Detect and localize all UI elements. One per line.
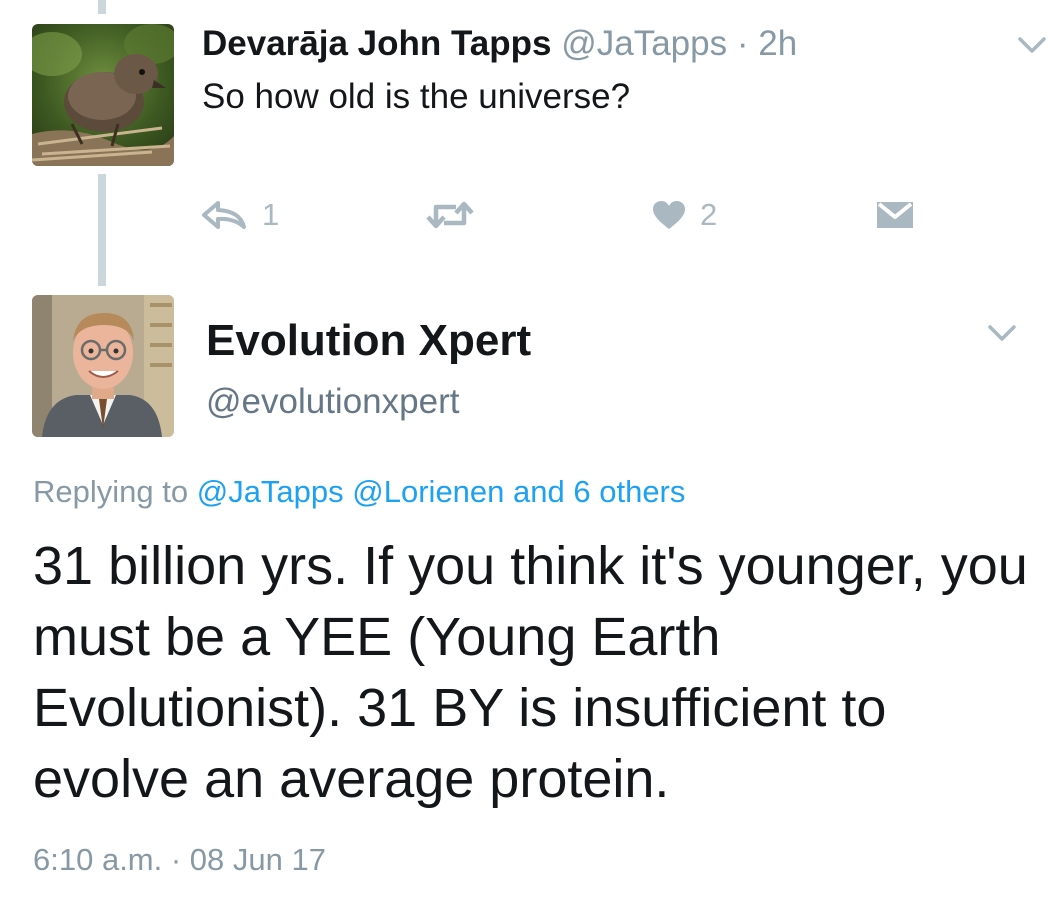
tweet-timestamp[interactable]: 6:10 a.m. · 08 Jun 17 [33, 840, 326, 880]
reply-mention-others[interactable]: and 6 others [513, 474, 685, 509]
retweet-button[interactable] [426, 195, 474, 235]
replying-prefix: Replying to [33, 474, 189, 509]
parent-tweet-header: Devarāja John Tapps @JaTapps · 2h [202, 24, 797, 64]
reply-mention-jatapps[interactable]: @JaTapps [197, 474, 344, 509]
chevron-down-icon[interactable] [1016, 34, 1048, 56]
parent-tweet-text: So how old is the universe? [202, 77, 631, 116]
like-button[interactable]: 2 [652, 195, 717, 235]
author-handle[interactable]: @JaTapps [561, 24, 727, 63]
avatar-devaraja[interactable] [32, 24, 174, 166]
author-name[interactable]: Evolution Xpert [206, 316, 531, 366]
reply-button[interactable]: 1 [200, 195, 279, 235]
direct-message-button[interactable] [876, 195, 914, 235]
heart-icon [653, 201, 685, 229]
tweet-thread: Devarāja John Tapps @JaTapps · 2h So how… [0, 0, 1060, 908]
tweet-body: 31 billion yrs. If you think it's younge… [33, 536, 1028, 809]
tweet-time[interactable]: 2h [758, 24, 797, 63]
replying-to-line: Replying to @JaTapps @Lorienen and 6 oth… [33, 472, 685, 512]
like-count: 2 [700, 197, 718, 232]
retweet-icon [426, 201, 474, 229]
avatar-evolution-xpert[interactable] [32, 295, 174, 437]
bird-avatar-image [32, 24, 174, 166]
author-name[interactable]: Devarāja John Tapps [202, 24, 551, 63]
reply-count: 1 [262, 197, 280, 232]
author-handle[interactable]: @evolutionxpert [206, 381, 459, 423]
thread-connector-top [98, 0, 106, 14]
envelope-icon [877, 202, 913, 228]
thread-connector [98, 174, 106, 286]
reply-mention-lorienen[interactable]: @Lorienen [352, 474, 504, 509]
reply-icon [202, 201, 246, 229]
person-avatar-image [32, 295, 174, 437]
chevron-down-icon[interactable] [986, 322, 1018, 344]
separator-dot: · [736, 24, 749, 63]
